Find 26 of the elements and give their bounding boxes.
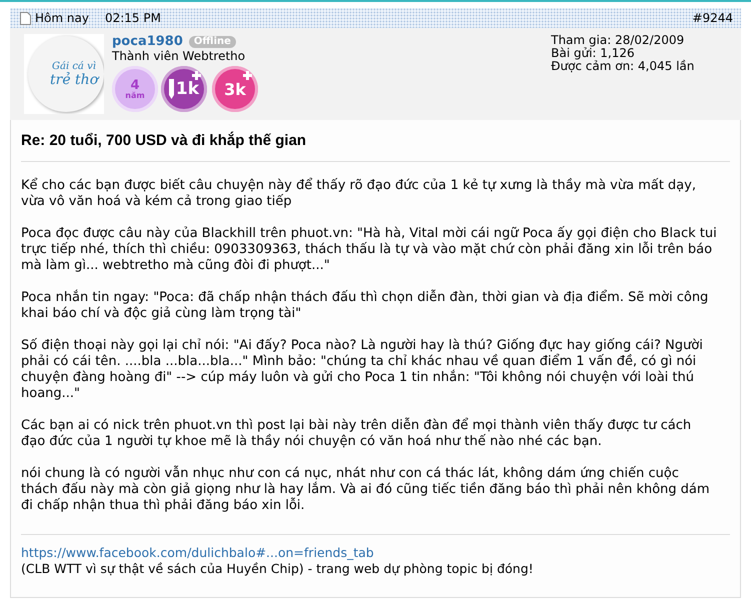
user-stat: Được cảm ơn: 4,045 lần (551, 60, 696, 73)
signature-link[interactable]: https://www.facebook.com/dulichbalo#...on=friends_tab (21, 545, 730, 561)
pen-icon (168, 79, 174, 99)
award-badge: 4 năm (112, 66, 158, 112)
post-date: Hôm nay (35, 11, 89, 25)
post-number-link[interactable]: #9244 (692, 11, 733, 25)
post-paragraph: Các bạn ai có nick trên phuot.vn thì post lại bài này trên diễn đàn để mọi thành viên thấy được tư cách đạo đức của 1 người tự khoe mẽ là thầy nói chuyện có văn hoá như thế nào nhé các bạn. (21, 418, 692, 450)
user-stat: Bài gửi: 1,126 (551, 47, 636, 60)
post-paragraph: Kể cho các bạn được biết câu chuyện này để thấy rõ đạo đức của 1 kẻ tự xưng là thầy mà vừa mất dạy, vừa vô văn hoá và kém cả trong giao tiếp (21, 178, 697, 210)
signature-text: (CLB WTT vì sự thật về sách của Huyền Chip) - trang web dự phòng topic bị đóng! (21, 561, 534, 577)
post-paragraph: Poca nhắn tin ngay: "Poca: đã chấp nhận thách đấu thì chọn diễn đàn, thời gian và địa điểm. Sẽ mời công khai báo chí và độc giả cùng làm trọng tài" (21, 290, 710, 322)
post-paragraph: Poca đọc được câu này của Blackhill trên phuot.vn: "Hà hà, Vital mời cái ngữ Poca ấy gọi điện cho Black tui trực tiếp nhé, thích thì chiều: 0903309363, thách thấu là tự và vào mặt chứ còn phải đăng xin lỗi trên báo mà làm gì... webtretho mà cũng đòi đi phượt..." (21, 226, 718, 274)
post-paragraph: nói chung là có người vẫn nhục như con cá nục, nhát như con cá thác lát, không dám ứng chiến cuộc thách đấu này mà còn giả giọng như là hay lắm. Và ai đó cũng tiếc tiền đăng báo thì phải nên không dám đi chấp nhận thua thì phải đăng báo xin lỗi. (21, 466, 711, 514)
award-badge: 1k (161, 66, 207, 112)
plus-icon (192, 71, 201, 80)
avatar: Gái cá vì trẻ thơ (24, 34, 104, 114)
user-rank: Thành viên Webtretho (112, 49, 246, 63)
post-title: Re: 20 tuổi, 700 USD và đi khắp thế gian (21, 132, 308, 149)
post-time: 02:15 PM (104, 11, 161, 25)
document-icon (20, 12, 31, 24)
award-badge: 3k (212, 66, 258, 112)
post-paragraph: Số điện thoại này gọi lại chỉ nói: "Ai đấy? Poca nào? Là người hay là thú? Giống đực hay giống cái? Người phải có cái tên. ....bla ...bla...bla..." Mình bảo: "chúng ta chỉ khác nhau về quan điểm 1 vấn đề, có gì nói chuyện đàng hoàng đi" --> cúp máy luôn và gửi cho Poca 1 tin nhắn: "Tôi không nói chuyện với loài thú hoang..." (21, 338, 704, 402)
user-stat: Tham gia: 28/02/2009 (551, 34, 686, 47)
plus-icon (243, 71, 252, 80)
status-badge: Offline (188, 36, 236, 48)
username-link[interactable]: poca1980 (112, 34, 183, 49)
